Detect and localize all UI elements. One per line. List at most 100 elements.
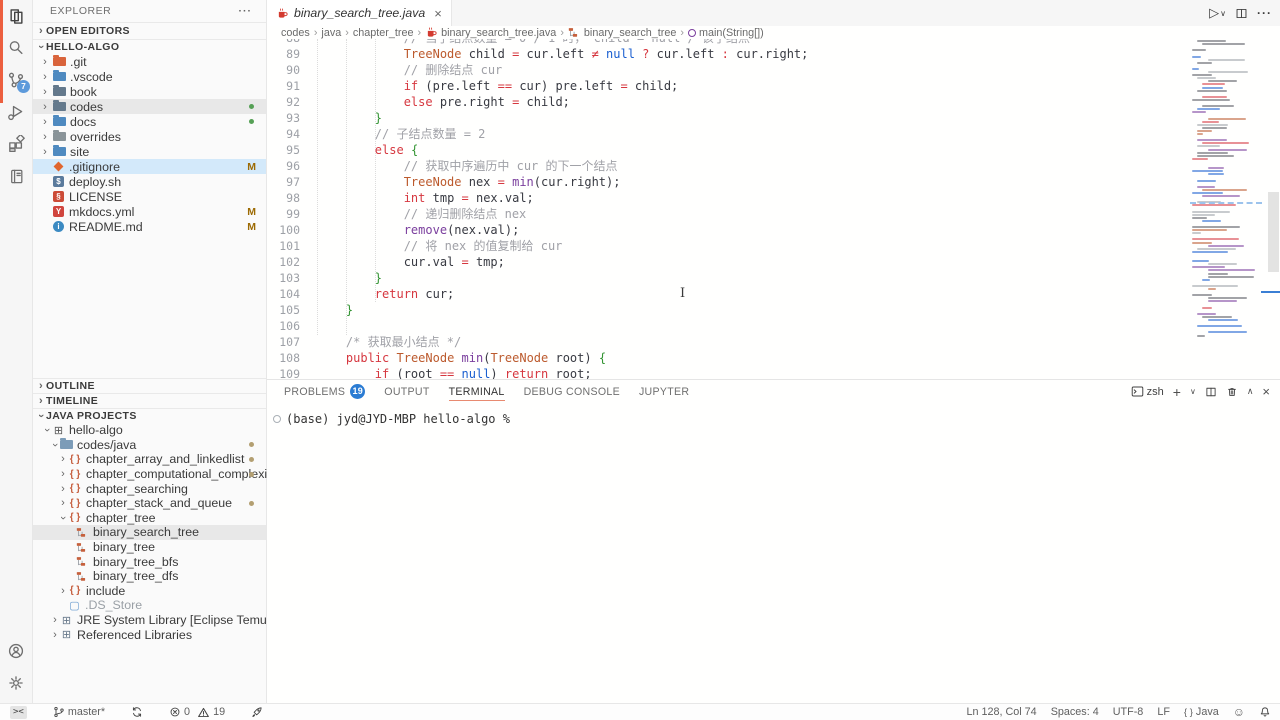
split-terminal-button[interactable]	[1205, 386, 1217, 398]
code-line[interactable]: 108 public TreeNode min(TreeNode root) {	[267, 350, 1190, 366]
code-line[interactable]: 102 cur.val = tmp;	[267, 254, 1190, 270]
panel-tab-terminal[interactable]: TERMINAL	[449, 380, 505, 403]
project-item-binary-tree[interactable]: binary_tree	[33, 540, 266, 555]
eol-indicator[interactable]: LF	[1157, 706, 1170, 718]
branch-indicator[interactable]: master*	[53, 706, 105, 718]
code-line[interactable]: 99 // 递归删除结点 nex	[267, 206, 1190, 222]
explorer-item-overrides[interactable]: ›overrides	[33, 129, 266, 144]
explorer-item-readme-md[interactable]: iREADME.mdM	[33, 219, 266, 234]
close-panel-button[interactable]: ×	[1262, 384, 1270, 399]
explorer-item-codes[interactable]: ›codes	[33, 99, 266, 114]
breadcrumb-item-codes[interactable]: codes	[281, 27, 310, 39]
notifications-bell-icon[interactable]	[1259, 706, 1271, 718]
terminal-prompt-line[interactable]: (base) jyd@JYD-MBP hello-algo %	[273, 412, 510, 426]
activitybar-extensions-icon[interactable]	[0, 128, 32, 160]
explorer-item--vscode[interactable]: ›.vscode	[33, 69, 266, 84]
terminal-dropdown-icon[interactable]: ∨	[1190, 387, 1196, 396]
editor-more-actions-button[interactable]: ···	[1257, 6, 1272, 20]
project-item-referenced-libraries[interactable]: ›⊞Referenced Libraries	[33, 627, 266, 642]
maximize-panel-button[interactable]: ∧	[1247, 386, 1254, 397]
panel-tab-debug-console[interactable]: DEBUG CONSOLE	[524, 380, 620, 403]
breadcrumb-item-main-string-[interactable]: main(String[])	[688, 27, 764, 39]
project-item-binary-tree-dfs[interactable]: binary_tree_dfs	[33, 569, 266, 584]
tab-binary-search-tree-java[interactable]: binary_search_tree.java ×	[267, 0, 452, 26]
problems-indicator[interactable]: 0 19	[169, 706, 225, 719]
section-timeline[interactable]: › TIMELINE	[33, 393, 266, 408]
explorer-more-actions-button[interactable]: ···	[239, 0, 253, 22]
code-line[interactable]: 88 // 当子结点数量 = 0 / 1 时， child = null / 该…	[267, 39, 1190, 46]
feedback-icon[interactable]: ☺	[1233, 705, 1245, 719]
code-line[interactable]: 109 if (root == null) return root;	[267, 366, 1190, 379]
section-open-editors[interactable]: › OPEN EDITORS	[33, 22, 266, 39]
cursor-position-indicator[interactable]: Ln 128, Col 74	[966, 706, 1036, 718]
indentation-indicator[interactable]: Spaces: 4	[1051, 706, 1099, 718]
project-item-binary-tree-bfs[interactable]: binary_tree_bfs	[33, 554, 266, 569]
explorer-item--git[interactable]: ›.git	[33, 54, 266, 69]
activitybar-account-icon[interactable]	[0, 635, 32, 667]
explorer-item-docs[interactable]: ›docs	[33, 114, 266, 129]
sync-button[interactable]	[131, 706, 143, 718]
code-line[interactable]: 95 else {	[267, 142, 1190, 158]
breadcrumb-item-binary-search-tree[interactable]: binary_search_tree	[568, 26, 676, 39]
project-item-chapter-array-and-linkedlist[interactable]: ›{ }chapter_array_and_linkedlist	[33, 452, 266, 467]
code-line[interactable]: 106	[267, 318, 1190, 334]
code-line[interactable]: 103 }	[267, 270, 1190, 286]
activitybar-notebook-icon[interactable]	[0, 160, 32, 192]
split-editor-button[interactable]	[1235, 7, 1248, 20]
encoding-indicator[interactable]: UTF-8	[1113, 706, 1144, 718]
code-line[interactable]: 89 TreeNode child = cur.left ≠ null ? cu…	[267, 46, 1190, 62]
language-mode-indicator[interactable]: { } Java	[1184, 706, 1219, 718]
panel-tab-problems[interactable]: PROBLEMS19	[284, 380, 365, 403]
code-line[interactable]: 105 }	[267, 302, 1190, 318]
panel-tab-jupyter[interactable]: JUPYTER	[639, 380, 689, 403]
code-line[interactable]: 107 /* 获取最小结点 */	[267, 334, 1190, 350]
code-line[interactable]: 104 return cur;	[267, 286, 1190, 302]
section-root-folder[interactable]: › HELLO-ALGO	[33, 39, 266, 54]
code-line[interactable]: 101 // 将 nex 的值复制给 cur	[267, 238, 1190, 254]
code-line[interactable]: 98 int tmp = nex.val;	[267, 190, 1190, 206]
tab-close-icon[interactable]: ×	[434, 6, 442, 21]
code-line[interactable]: 91 if (pre.left == cur) pre.left = child…	[267, 78, 1190, 94]
new-terminal-button[interactable]: +	[1173, 384, 1181, 400]
code-line[interactable]: 94 // 子结点数量 = 2	[267, 126, 1190, 142]
project-item-chapter-stack-and-queue[interactable]: ›{ }chapter_stack_and_queue	[33, 496, 266, 511]
code-line[interactable]: 92 else pre.right = child;	[267, 94, 1190, 110]
explorer-item-mkdocs-yml[interactable]: Ymkdocs.ymlM	[33, 204, 266, 219]
project-item-binary-search-tree[interactable]: binary_search_tree	[33, 525, 266, 540]
terminal-shell-selector[interactable]: zsh	[1131, 385, 1164, 398]
activitybar-source-control-icon[interactable]: 7	[0, 64, 32, 96]
section-java-projects[interactable]: › JAVA PROJECTS	[33, 408, 266, 423]
remote-indicator[interactable]: ><	[10, 706, 27, 719]
activitybar-explorer-icon[interactable]	[0, 0, 32, 32]
kill-terminal-button[interactable]	[1226, 386, 1238, 398]
code-line[interactable]: 96 // 获取中序遍历中 cur 的下一个结点	[267, 158, 1190, 174]
minimap[interactable]	[1190, 26, 1280, 379]
section-outline[interactable]: › OUTLINE	[33, 378, 266, 393]
activitybar-settings-icon[interactable]	[0, 667, 32, 699]
explorer-item--gitignore[interactable]: .gitignoreM	[33, 159, 266, 174]
activitybar-search-icon[interactable]	[0, 32, 32, 64]
code-line[interactable]: 90 // 删除结点 cur	[267, 62, 1190, 78]
project-item-hello-algo[interactable]: ›⊞hello-algo	[33, 423, 266, 438]
activitybar-run-debug-icon[interactable]	[0, 96, 32, 128]
run-java-button[interactable]: ▷∨	[1209, 5, 1226, 21]
breadcrumb-item-java[interactable]: java	[321, 27, 341, 39]
project-item-chapter-tree[interactable]: ›{ }chapter_tree	[33, 511, 266, 526]
project-item-codes-java[interactable]: ›codes/java	[33, 438, 266, 453]
explorer-item-site[interactable]: ›site	[33, 144, 266, 159]
code-line[interactable]: 93 }	[267, 110, 1190, 126]
project-item-jre-system-library-eclipse-temurin-17-17-[interactable]: ›⊞JRE System Library [Eclipse Temurin 17…	[33, 613, 266, 628]
breadcrumb-item-chapter-tree[interactable]: chapter_tree	[353, 27, 414, 39]
project-item-include[interactable]: ›{ }include	[33, 584, 266, 599]
run-task-button[interactable]	[251, 706, 263, 718]
breadcrumb-item-binary-search-tree-java[interactable]: binary_search_tree.java	[425, 26, 556, 39]
project-item-chapter-computational-complexity[interactable]: ›{ }chapter_computational_complexity	[33, 467, 266, 482]
code-area[interactable]: 88 // 当子结点数量 = 0 / 1 时， child = null / 该…	[267, 39, 1190, 379]
code-line[interactable]: 100 remove(nex.val);	[267, 222, 1190, 238]
explorer-item-deploy-sh[interactable]: $deploy.sh	[33, 174, 266, 189]
explorer-item-license[interactable]: §LICENSE	[33, 189, 266, 204]
panel-tab-output[interactable]: OUTPUT	[384, 380, 429, 403]
code-line[interactable]: 97 TreeNode nex = min(cur.right);	[267, 174, 1190, 190]
explorer-item-book[interactable]: ›book	[33, 84, 266, 99]
project-item--ds-store[interactable]: ▢.DS_Store	[33, 598, 266, 613]
